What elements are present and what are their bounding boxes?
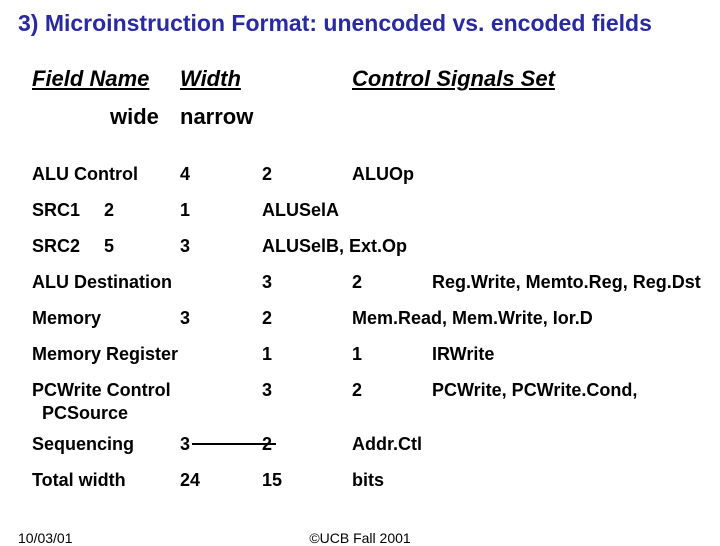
slide-title: 3) Microinstruction Format: unencoded vs… xyxy=(18,10,702,37)
cell-narrow: 2 xyxy=(262,163,272,186)
cell-name: SRC1 xyxy=(32,199,80,222)
cell-sig: Addr.Ctl xyxy=(352,433,422,456)
cell-name: Total width xyxy=(32,469,126,492)
cell-name: ALU Destination xyxy=(32,271,172,294)
table-body: ALU Control 4 2 ALUOp SRC1 2 1 ALUSelA S… xyxy=(32,163,702,505)
cell-narrow: 1 xyxy=(352,343,362,366)
cell-name: PCWrite Control PCSource xyxy=(32,379,171,424)
table-row: ALU Destination 3 2 Reg.Write, Memto.Reg… xyxy=(32,271,702,307)
table-row: Memory 3 2 Mem.Read, Mem.Write, Ior.D xyxy=(32,307,702,343)
table-row: ALU Control 4 2 ALUOp xyxy=(32,163,702,199)
footer-date: 10/03/01 xyxy=(18,530,73,546)
cell-wide: 4 xyxy=(180,163,190,186)
cell-wide: 3 xyxy=(262,271,272,294)
col-header-signals: Control Signals Set xyxy=(352,65,555,93)
cell-wide: 1 xyxy=(262,343,272,366)
cell-sig: PCWrite, PCWrite.Cond, xyxy=(432,379,637,402)
cell-narrow: 15 xyxy=(262,469,282,492)
cell-name: ALU Control xyxy=(32,163,138,186)
cell-name: Memory xyxy=(32,307,101,330)
sub-header-narrow: narrow xyxy=(180,103,253,131)
cell-sig: ALUOp xyxy=(352,163,414,186)
cell-wide: 3 xyxy=(180,433,190,456)
cell-sig: bits xyxy=(352,469,384,492)
cell-wide: 3 xyxy=(180,235,190,258)
table-row: Sequencing 3 2 Addr.Ctl xyxy=(32,433,702,469)
cell-sig: Mem.Read, Mem.Write, Ior.D xyxy=(352,307,593,330)
table-row: SRC1 2 1 ALUSelA xyxy=(32,199,702,235)
table-row: Memory Register 1 1 IRWrite xyxy=(32,343,702,379)
table-row: SRC2 5 3 ALUSelB, Ext.Op xyxy=(32,235,702,271)
cell-narrow: 2 xyxy=(262,307,272,330)
cell-name2: 2 xyxy=(104,199,114,222)
cell-wide: 3 xyxy=(262,379,272,402)
table-row: Total width 24 15 bits xyxy=(32,469,702,505)
col-header-width: Width xyxy=(180,65,241,93)
cell-sig: Reg.Write, Memto.Reg, Reg.Dst xyxy=(432,271,701,294)
footer-copyright: ©UCB Fall 2001 xyxy=(309,530,410,546)
cell-sig: IRWrite xyxy=(432,343,494,366)
cell-wide: 1 xyxy=(180,199,190,222)
cell-wide: 24 xyxy=(180,469,200,492)
cell-wide: 3 xyxy=(180,307,190,330)
content-area: Field Name Width Control Signals Set wid… xyxy=(18,65,702,505)
table-header: Field Name Width Control Signals Set wid… xyxy=(32,65,702,97)
cell-name: SRC2 xyxy=(32,235,80,258)
cell-name2: 5 xyxy=(104,235,114,258)
cell-sig: ALUSelA xyxy=(262,199,339,222)
sub-header-wide: wide xyxy=(110,103,159,131)
slide: 3) Microinstruction Format: unencoded vs… xyxy=(0,0,720,540)
col-header-field-name: Field Name xyxy=(32,65,149,93)
cell-name: Sequencing xyxy=(32,433,134,456)
cell-narrow: 2 xyxy=(352,379,362,402)
strike-line-icon xyxy=(192,443,276,445)
cell-narrow: 2 xyxy=(352,271,362,294)
table-row: PCWrite Control PCSource 3 2 PCWrite, PC… xyxy=(32,379,702,433)
cell-name: Memory Register xyxy=(32,343,178,366)
cell-sig: ALUSelB, Ext.Op xyxy=(262,235,407,258)
